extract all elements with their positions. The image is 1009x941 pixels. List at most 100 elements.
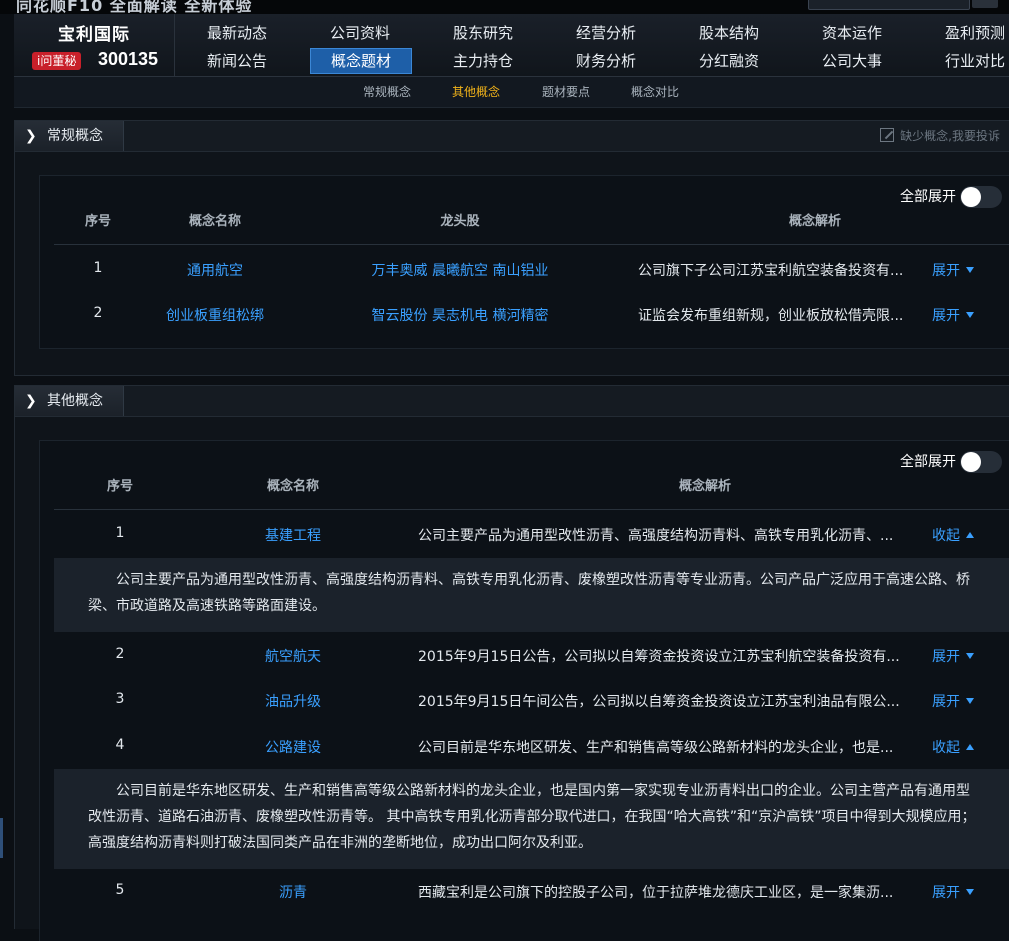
nav-news-announcements[interactable]: 新闻公告 <box>187 48 287 74</box>
expand-label: 展开 <box>932 308 960 324</box>
section-tab: ❯ 其他概念 <box>15 386 124 416</box>
toggle-switch[interactable] <box>960 186 1002 208</box>
leader-stocks-link[interactable]: 智云股份 昊志机电 横河精密 <box>340 305 580 325</box>
caret-down-icon <box>966 267 974 273</box>
expand-all-label: 全部展开 <box>900 189 956 205</box>
caret-up-icon <box>966 532 974 538</box>
expand-label: 展开 <box>932 694 960 710</box>
toggle-knob <box>961 452 981 472</box>
nav-major-events[interactable]: 公司大事 <box>802 48 902 74</box>
section-header: ❯ 其他概念 <box>15 386 1009 417</box>
brand-logo: 同花顺F10 全面解读 全新体验 <box>16 0 252 14</box>
collapse-label: 收起 <box>932 740 960 756</box>
nav-company-profile[interactable]: 公司资料 <box>310 20 410 46</box>
row-number: 3 <box>115 691 125 707</box>
subnav-other-concepts[interactable]: 其他概念 <box>452 77 500 107</box>
concept-analysis: 公司目前是华东地区研发、生产和销售高等级公路新材料的龙头企业，也是... <box>418 740 894 756</box>
collapse-button[interactable]: 收起 <box>932 525 992 545</box>
row-number: 2 <box>115 646 125 662</box>
expand-all-label: 全部展开 <box>900 454 956 470</box>
concept-name-link[interactable]: 航空航天 <box>218 646 368 666</box>
col-header-name: 概念名称 <box>188 214 241 229</box>
nav-main-holdings[interactable]: 主力持仓 <box>433 48 533 74</box>
expand-button[interactable]: 展开 <box>932 882 992 902</box>
chevron-right-icon: ❯ <box>25 393 37 409</box>
col-header-analysis: 概念解析 <box>788 214 841 229</box>
caret-down-icon <box>966 698 974 704</box>
expand-label: 展开 <box>932 885 960 901</box>
ask-secretary-badge[interactable]: i问董秘 <box>32 52 82 70</box>
report-missing-label: 缺少概念,我要投诉 <box>900 129 1000 143</box>
row-number: 1 <box>115 525 125 541</box>
header: 宝利国际 i问董秘 300135 最新动态 公司资料 股东研究 经营分析 股本结… <box>14 14 1009 77</box>
nav-concepts[interactable]: 概念题材 <box>310 48 412 74</box>
nav-profit-forecast[interactable]: 盈利预测 <box>925 20 1009 46</box>
concept-name-link[interactable]: 创业板重组松绑 <box>140 305 290 325</box>
subnav-concept-compare[interactable]: 概念对比 <box>631 77 679 107</box>
nav-operations[interactable]: 经营分析 <box>556 20 656 46</box>
nav-dividend-financing[interactable]: 分红融资 <box>679 48 779 74</box>
expand-all-toggle[interactable]: 全部展开 <box>900 186 1002 208</box>
caret-down-icon <box>966 889 974 895</box>
row-number: 5 <box>115 882 125 898</box>
leader-stocks-link[interactable]: 万丰奥威 晨曦航空 南山铝业 <box>340 260 580 280</box>
chevron-right-icon: ❯ <box>25 128 37 144</box>
other-concepts-section: ❯ 其他概念 全部展开 序号 概念名称 概念解析 1 基建工程 公司主要产品为通… <box>14 385 1009 941</box>
other-concepts-table: 全部展开 序号 概念名称 概念解析 1 基建工程 公司主要产品为通用型改性沥青、… <box>39 440 1009 941</box>
concept-analysis: 2015年9月15日公告，公司拟以自筹资金投资设立江苏宝利航空装备投资有... <box>418 649 900 665</box>
row-number: 2 <box>93 305 103 321</box>
expand-button[interactable]: 展开 <box>932 260 992 280</box>
section-tab: ❯ 常规概念 <box>15 121 124 151</box>
concept-name-link[interactable]: 沥青 <box>218 882 368 902</box>
toggle-switch[interactable] <box>960 451 1002 473</box>
collapse-button[interactable]: 收起 <box>932 737 992 757</box>
expand-button[interactable]: 展开 <box>932 646 992 666</box>
nav-capital-operation[interactable]: 资本运作 <box>802 20 902 46</box>
search-button[interactable] <box>972 0 998 8</box>
expand-all-toggle[interactable]: 全部展开 <box>900 451 1002 473</box>
concept-analysis: 证监会发布重组新规，创业板放松借壳限... <box>638 308 904 324</box>
col-header-leaders: 龙头股 <box>440 214 480 229</box>
brand-text: 同花顺F10 <box>16 0 104 14</box>
nav-equity-structure[interactable]: 股本结构 <box>679 20 779 46</box>
col-header-no: 序号 <box>106 479 133 494</box>
concept-detail-panel: 公司主要产品为通用型改性沥青、高强度结构沥青料、高铁专用乳化沥青、废橡塑改性沥青… <box>54 558 1009 632</box>
caret-down-icon <box>966 653 974 659</box>
concept-analysis: 公司主要产品为通用型改性沥青、高强度结构沥青料、高铁专用乳化沥青、... <box>418 528 894 544</box>
section-header: ❯ 常规概念 缺少概念,我要投诉 <box>15 121 1009 152</box>
expand-label: 展开 <box>932 649 960 665</box>
nav-latest-news[interactable]: 最新动态 <box>187 20 287 46</box>
row-number: 4 <box>115 737 125 753</box>
header-divider <box>54 244 1009 245</box>
nav-shareholder-research[interactable]: 股东研究 <box>433 20 533 46</box>
concept-name-link[interactable]: 通用航空 <box>140 260 290 280</box>
concept-name-link[interactable]: 基建工程 <box>218 525 368 545</box>
expand-button[interactable]: 展开 <box>932 305 992 325</box>
stock-code: 300135 <box>98 49 159 69</box>
collapse-label: 收起 <box>932 528 960 544</box>
brand-tagline: 全面解读 全新体验 <box>109 0 253 14</box>
stock-name: 宝利国际 <box>58 25 130 45</box>
section-title: 常规概念 <box>47 128 103 144</box>
concept-name-link[interactable]: 油品升级 <box>218 691 368 711</box>
caret-down-icon <box>966 312 974 318</box>
section-title: 其他概念 <box>47 393 103 409</box>
expand-button[interactable]: 展开 <box>932 691 992 711</box>
subnav-regular-concepts[interactable]: 常规概念 <box>363 77 411 107</box>
sub-nav: 常规概念 其他概念 题材要点 概念对比 <box>14 77 1009 108</box>
concept-name-link[interactable]: 公路建设 <box>218 737 368 757</box>
col-header-no: 序号 <box>84 214 111 229</box>
subnav-theme-points[interactable]: 题材要点 <box>542 77 590 107</box>
expand-label: 展开 <box>932 263 960 279</box>
toggle-knob <box>961 187 981 207</box>
concept-analysis: 2015年9月15日午间公告，公司拟以自筹资金投资设立江苏宝利油品有限公... <box>418 694 900 710</box>
search-input[interactable] <box>808 0 970 10</box>
caret-up-icon <box>966 744 974 750</box>
report-missing-link[interactable]: 缺少概念,我要投诉 <box>880 121 1000 151</box>
concept-detail-panel: 公司目前是华东地区研发、生产和销售高等级公路新材料的龙头企业，也是国内第一家实现… <box>54 769 1009 869</box>
header-divider <box>54 509 1009 510</box>
nav-industry-compare[interactable]: 行业对比 <box>925 48 1009 74</box>
top-strip: 同花顺F10 全面解读 全新体验 <box>0 0 1009 14</box>
nav-financial-analysis[interactable]: 财务分析 <box>556 48 656 74</box>
scroll-marker <box>0 818 3 858</box>
